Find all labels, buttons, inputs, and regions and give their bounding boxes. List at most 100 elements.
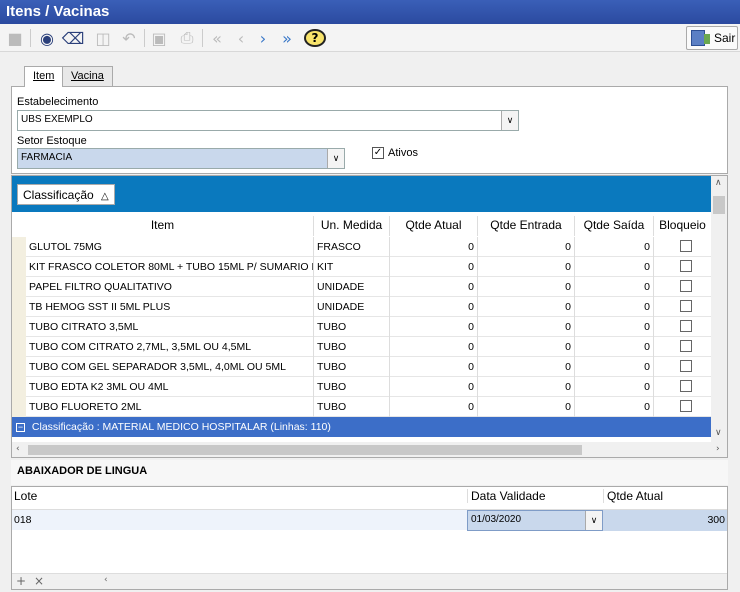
chevron-down-icon[interactable]: ∨ <box>327 149 344 168</box>
last-icon[interactable]: » <box>276 27 298 49</box>
cell-qtde-atual: 0 <box>390 357 478 377</box>
toolbar: ■ ◉ ⌫ ◫ ↶ ▣ ⎙ « ‹ › » ? Sair <box>0 24 740 52</box>
horizontal-scrollbar[interactable]: ‹ › <box>12 442 727 457</box>
column-header-qtde-entrada[interactable]: Qtde Entrada <box>478 216 575 236</box>
toolbar-separator <box>202 29 203 47</box>
setor-estoque-select[interactable]: FARMACIA ∨ <box>17 148 345 169</box>
filter-panel: Estabelecimento UBS EXEMPLO ∨ Setor Esto… <box>11 86 728 174</box>
column-header-item[interactable]: Item <box>12 216 314 236</box>
row-indicator <box>12 357 26 377</box>
cell-qtde-saida: 0 <box>575 397 654 417</box>
eraser-icon[interactable]: ⌫ <box>62 27 85 49</box>
estabelecimento-value: UBS EXEMPLO <box>21 114 93 125</box>
cell-qtde-saida: 0 <box>575 337 654 357</box>
data-validade-select[interactable]: 01/03/2020 ∨ <box>467 510 603 531</box>
collapse-icon[interactable]: − <box>16 423 25 432</box>
add-icon[interactable]: + <box>16 574 26 588</box>
column-header-lote[interactable]: Lote <box>12 489 37 503</box>
column-header-bloqueio[interactable]: Bloqueio <box>654 216 712 236</box>
qtde-atual-value[interactable]: 300 <box>603 510 727 531</box>
scroll-thumb[interactable] <box>28 445 582 455</box>
prev-icon[interactable]: ‹ <box>230 27 252 49</box>
cell-qtde-saida: 0 <box>575 257 654 277</box>
row-indicator <box>12 297 26 317</box>
table-row[interactable]: TB HEMOG SST II 5ML PLUS UNIDADE 0 0 0 <box>12 297 712 317</box>
cell-item: PAPEL FILTRO QUALITATIVO <box>26 277 314 297</box>
bloqueio-checkbox[interactable] <box>680 300 692 312</box>
undo-icon[interactable]: ↶ <box>118 27 140 49</box>
table-row[interactable]: TUBO COM GEL SEPARADOR 3,5ML, 4,0ML OU 5… <box>12 357 712 377</box>
table-row[interactable]: GLUTOL 75MG FRASCO 0 0 0 <box>12 237 712 257</box>
ativos-checkbox[interactable]: ✓ <box>372 147 384 159</box>
binoculars-icon[interactable]: ◉ <box>36 27 58 49</box>
bloqueio-checkbox[interactable] <box>680 380 692 392</box>
bloqueio-checkbox[interactable] <box>680 260 692 272</box>
scroll-down-icon[interactable]: ∨ <box>715 428 722 438</box>
table-row[interactable]: TUBO COM CITRATO 2,7ML, 3,5ML OU 4,5ML TU… <box>12 337 712 357</box>
cell-qtde-saida: 0 <box>575 277 654 297</box>
group-chip-label: Classificação <box>23 188 94 202</box>
cell-unidade: TUBO <box>314 357 390 377</box>
cell-qtde-entrada: 0 <box>478 377 575 397</box>
scroll-left-icon[interactable]: ‹ <box>16 444 20 454</box>
bloqueio-checkbox[interactable] <box>680 320 692 332</box>
group-row-material-medico[interactable]: − Classificação : MATERIAL MEDICO HOSPIT… <box>12 417 712 437</box>
cell-item: TUBO COM CITRATO 2,7ML, 3,5ML OU 4,5ML <box>26 337 314 357</box>
cell-qtde-entrada: 0 <box>478 277 575 297</box>
table-row[interactable]: KIT FRASCO COLETOR 80ML + TUBO 15ML P/ S… <box>12 257 712 277</box>
exit-button[interactable]: Sair <box>686 26 738 50</box>
toolbar-separator <box>144 29 145 47</box>
cell-unidade: KIT <box>314 257 390 277</box>
cell-qtde-atual: 0 <box>390 277 478 297</box>
cell-unidade: TUBO <box>314 317 390 337</box>
help-icon[interactable]: ? <box>304 29 326 47</box>
bloqueio-checkbox[interactable] <box>680 360 692 372</box>
cell-unidade: FRASCO <box>314 237 390 257</box>
chevron-down-icon[interactable]: ∨ <box>585 511 602 530</box>
cell-qtde-atual: 0 <box>390 317 478 337</box>
cell-item: TUBO EDTA K2 3ML OU 4ML <box>26 377 314 397</box>
cell-item: TUBO COM GEL SEPARADOR 3,5ML, 4,0ML OU 5… <box>26 357 314 377</box>
new-icon[interactable]: ■ <box>4 27 26 49</box>
column-header-data-validade[interactable]: Data Validade <box>467 489 546 503</box>
estabelecimento-select[interactable]: UBS EXEMPLO ∨ <box>17 110 519 131</box>
group-chip-classificacao[interactable]: Classificação △ <box>17 184 115 205</box>
next-icon[interactable]: › <box>252 27 274 49</box>
row-indicator <box>12 237 26 257</box>
trash-icon[interactable]: ◫ <box>92 27 114 49</box>
column-header-qtde-saida[interactable]: Qtde Saída <box>575 216 654 236</box>
first-icon[interactable]: « <box>206 27 228 49</box>
bloqueio-checkbox[interactable] <box>680 240 692 252</box>
table-row[interactable]: TUBO FLUORETO 2ML TUBO 0 0 0 <box>12 397 712 417</box>
row-indicator <box>12 397 26 417</box>
print-icon[interactable]: ⎙ <box>176 27 198 49</box>
table-row[interactable]: PAPEL FILTRO QUALITATIVO UNIDADE 0 0 0 <box>12 277 712 297</box>
row-indicator <box>12 337 26 357</box>
cell-unidade: TUBO <box>314 337 390 357</box>
scroll-right-icon[interactable]: › <box>716 444 720 454</box>
table-row[interactable]: TUBO EDTA K2 3ML OU 4ML TUBO 0 0 0 <box>12 377 712 397</box>
vertical-scrollbar[interactable]: ∧ ∨ <box>711 176 727 442</box>
table-row[interactable]: 018 01/03/2020 ∨ 300 <box>12 509 727 531</box>
toolbar-separator <box>30 29 31 47</box>
tab-item[interactable]: Item <box>24 66 64 87</box>
scroll-thumb[interactable] <box>713 196 725 214</box>
remove-icon[interactable]: × <box>34 574 44 588</box>
column-header-unidade[interactable]: Un. Medida <box>314 216 390 236</box>
bloqueio-checkbox[interactable] <box>680 280 692 292</box>
chevron-down-icon[interactable]: ∨ <box>501 111 518 130</box>
cell-qtde-saida: 0 <box>575 357 654 377</box>
bloqueio-checkbox[interactable] <box>680 400 692 412</box>
sort-asc-icon: △ <box>101 191 109 202</box>
table-row[interactable]: TUBO CITRATO 3,5ML TUBO 0 0 0 <box>12 317 712 337</box>
selected-item-title: ABAIXADOR DE LINGUA <box>11 460 728 485</box>
cell-qtde-entrada: 0 <box>478 337 575 357</box>
column-header-qtde-atual[interactable]: Qtde Atual <box>390 216 478 236</box>
tab-vacina[interactable]: Vacina <box>62 66 113 86</box>
cell-item: TUBO FLUORETO 2ML <box>26 397 314 417</box>
save-icon[interactable]: ▣ <box>148 27 170 49</box>
bloqueio-checkbox[interactable] <box>680 340 692 352</box>
column-header-qtde-atual[interactable]: Qtde Atual <box>603 489 663 503</box>
scroll-left-icon[interactable]: ‹ <box>104 575 108 585</box>
scroll-up-icon[interactable]: ∧ <box>715 178 722 188</box>
